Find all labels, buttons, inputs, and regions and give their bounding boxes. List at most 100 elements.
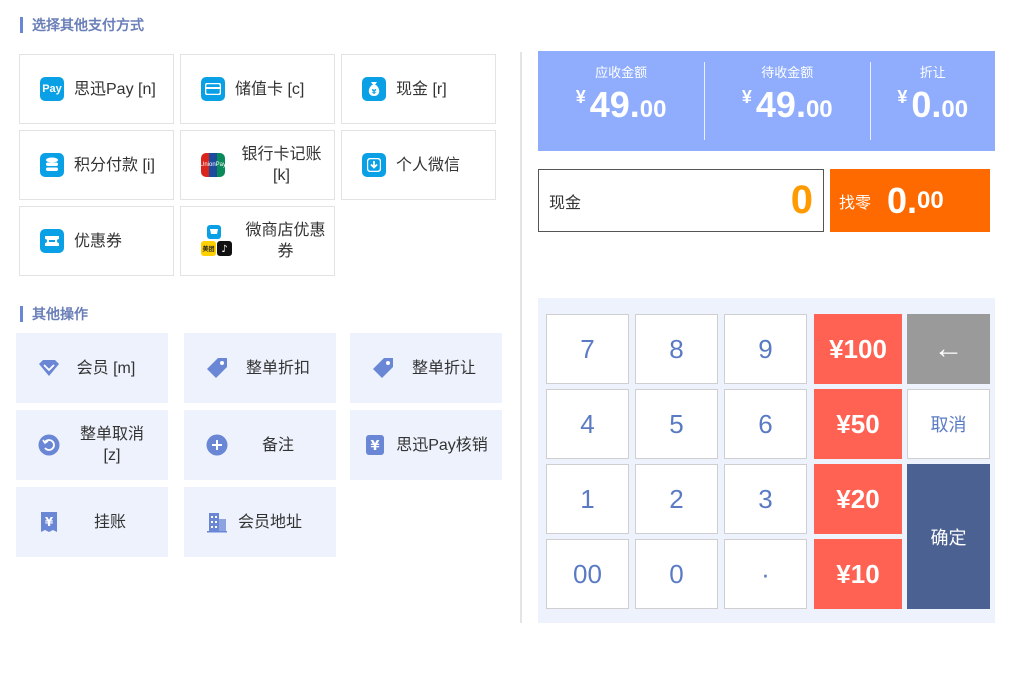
svg-text:♪: ♪ xyxy=(221,244,227,255)
key-50-yuan[interactable]: ¥50 xyxy=(814,389,902,459)
key-dot[interactable]: · xyxy=(724,539,807,609)
change-label: 找零 xyxy=(839,194,872,212)
receivable-amount: 应收金额 ¥49.00 xyxy=(538,65,704,136)
discount-value: ¥0.00 xyxy=(870,84,995,126)
confirm-key[interactable]: 确定 xyxy=(907,464,990,609)
key-6[interactable]: 6 xyxy=(724,389,807,459)
card-icon xyxy=(201,77,225,101)
key-2[interactable]: 2 xyxy=(635,464,718,534)
op-member[interactable]: 会员 [m] xyxy=(16,333,168,403)
coins-icon xyxy=(40,153,64,177)
key-3[interactable]: 3 xyxy=(724,464,807,534)
key-8[interactable]: 8 xyxy=(635,314,718,384)
key-9[interactable]: 9 xyxy=(724,314,807,384)
key-20-yuan[interactable]: ¥20 xyxy=(814,464,902,534)
pay-method-personal-wechat[interactable]: 个人微信 xyxy=(341,130,496,200)
op-credit[interactable]: ¥ 挂账 xyxy=(16,487,168,557)
pay-method-label: 储值卡 [c] xyxy=(235,80,305,98)
ops-section-title: 其他操作 xyxy=(20,306,88,322)
key-100-yuan[interactable]: ¥100 xyxy=(814,314,902,384)
key-00[interactable]: 00 xyxy=(546,539,629,609)
microstore-icon: 美团 ♪ xyxy=(201,225,233,257)
op-label: 会员 [m] xyxy=(76,359,136,377)
change-integer: 0. xyxy=(887,179,918,221)
key-7[interactable]: 7 xyxy=(546,314,629,384)
unionpay-glyph: UnionPay xyxy=(200,162,227,168)
key-0[interactable]: 0 xyxy=(635,539,718,609)
pay-method-coupon[interactable]: 优惠券 xyxy=(19,206,174,276)
discount-caption: 折让 xyxy=(919,65,946,80)
download-shield-icon xyxy=(362,153,386,177)
coupon-icon xyxy=(40,229,64,253)
svg-text:¥: ¥ xyxy=(45,515,54,529)
op-label: 备注 xyxy=(261,436,294,454)
diamond-icon xyxy=(38,357,60,379)
pay-method-label: 优惠券 xyxy=(74,232,123,250)
change-decimal: 00 xyxy=(917,186,944,214)
amount-integer: 0. xyxy=(911,84,942,125)
op-order-allowance[interactable]: 整单折让 xyxy=(350,333,502,403)
op-remark[interactable]: 备注 xyxy=(184,410,336,480)
op-label: 思迅Pay核销 xyxy=(396,436,488,454)
pay-method-label: 现金 [r] xyxy=(396,80,447,98)
svg-text:¥: ¥ xyxy=(372,88,377,96)
receivable-caption: 应收金额 xyxy=(595,65,648,80)
yen-symbol: ¥ xyxy=(897,87,908,107)
key-1[interactable]: 1 xyxy=(546,464,629,534)
yen-symbol: ¥ xyxy=(741,87,752,107)
op-sixun-pay-writeoff[interactable]: ¥ 思迅Pay核销 xyxy=(350,410,502,480)
pay-method-sixun-pay[interactable]: Pay 思迅Pay [n] xyxy=(19,54,174,124)
undo-icon xyxy=(38,434,60,456)
pay-method-bank-card[interactable]: UnionPay 银行卡记账 [k] xyxy=(180,130,335,200)
pay-icon: Pay xyxy=(40,77,64,101)
cancel-key[interactable]: 取消 xyxy=(907,389,990,459)
amount-integer: 49. xyxy=(755,84,806,125)
key-5[interactable]: 5 xyxy=(635,389,718,459)
tag-icon xyxy=(372,357,394,379)
change-display: 找零 0. 00 xyxy=(830,169,990,232)
other-operations-grid: 会员 [m] 整单折扣 整单折让 整单取消 [z] 备注 ¥ 思迅Pay核销 ¥ xyxy=(16,333,503,557)
payment-methods-grid: Pay 思迅Pay [n] 储值卡 [c] ¥ 现金 [r] 积分付款 [i] … xyxy=(19,54,497,276)
op-cancel-order[interactable]: 整单取消 [z] xyxy=(16,410,168,480)
pay-section-title: 选择其他支付方式 xyxy=(20,17,144,33)
op-label: 整单取消 [z] xyxy=(79,426,144,464)
pay-method-microstore-coupon[interactable]: 美团 ♪ 微商店优惠券 xyxy=(180,206,335,276)
pay-method-label: 银行卡记账 [k] xyxy=(241,146,322,184)
money-bag-icon: ¥ xyxy=(362,77,386,101)
pending-caption: 待收金额 xyxy=(761,65,814,80)
amount-decimal: 00 xyxy=(639,96,667,123)
receivable-value: ¥49.00 xyxy=(538,84,704,126)
cash-input-value: 0 xyxy=(790,178,813,222)
cash-input-field[interactable]: 现金 0 xyxy=(538,169,824,232)
pay-method-points[interactable]: 积分付款 [i] xyxy=(19,130,174,200)
building-icon xyxy=(206,511,228,533)
op-member-address[interactable]: 会员地址 xyxy=(184,487,336,557)
pay-method-stored-card[interactable]: 储值卡 [c] xyxy=(180,54,335,124)
op-label: 挂账 xyxy=(93,513,126,531)
pay-method-label: 思迅Pay [n] xyxy=(74,80,156,98)
unionpay-icon: UnionPay xyxy=(200,153,227,177)
cash-input-label: 现金 xyxy=(549,194,582,212)
op-label: 会员地址 xyxy=(237,513,302,531)
tag-icon xyxy=(206,357,228,379)
backspace-key[interactable]: ← xyxy=(907,314,990,384)
amount-decimal: 00 xyxy=(941,96,969,123)
pay-method-label: 积分付款 [i] xyxy=(74,156,155,174)
op-label: 整单折让 xyxy=(411,359,476,377)
numeric-keypad: 7 8 9 ¥100 ← 4 5 6 ¥50 取消 1 2 3 ¥20 确定 0… xyxy=(538,298,995,623)
pending-value: ¥49.00 xyxy=(704,84,870,126)
pay-method-label: 个人微信 xyxy=(396,156,461,174)
op-order-discount[interactable]: 整单折扣 xyxy=(184,333,336,403)
pending-amount: 待收金额 ¥49.00 xyxy=(704,62,870,140)
key-4[interactable]: 4 xyxy=(546,389,629,459)
key-10-yuan[interactable]: ¥10 xyxy=(814,539,902,609)
svg-text:¥: ¥ xyxy=(370,439,379,454)
meituan-glyph: 美团 xyxy=(201,245,214,253)
plus-circle-icon xyxy=(206,434,228,456)
yen-symbol: ¥ xyxy=(575,87,586,107)
pay-method-cash[interactable]: ¥ 现金 [r] xyxy=(341,54,496,124)
vertical-divider xyxy=(520,52,522,623)
yen-bill-icon: ¥ xyxy=(38,511,60,533)
discount-amount: 折让 ¥0.00 xyxy=(870,62,995,140)
pay-method-label: 微商店优惠券 xyxy=(245,222,326,260)
